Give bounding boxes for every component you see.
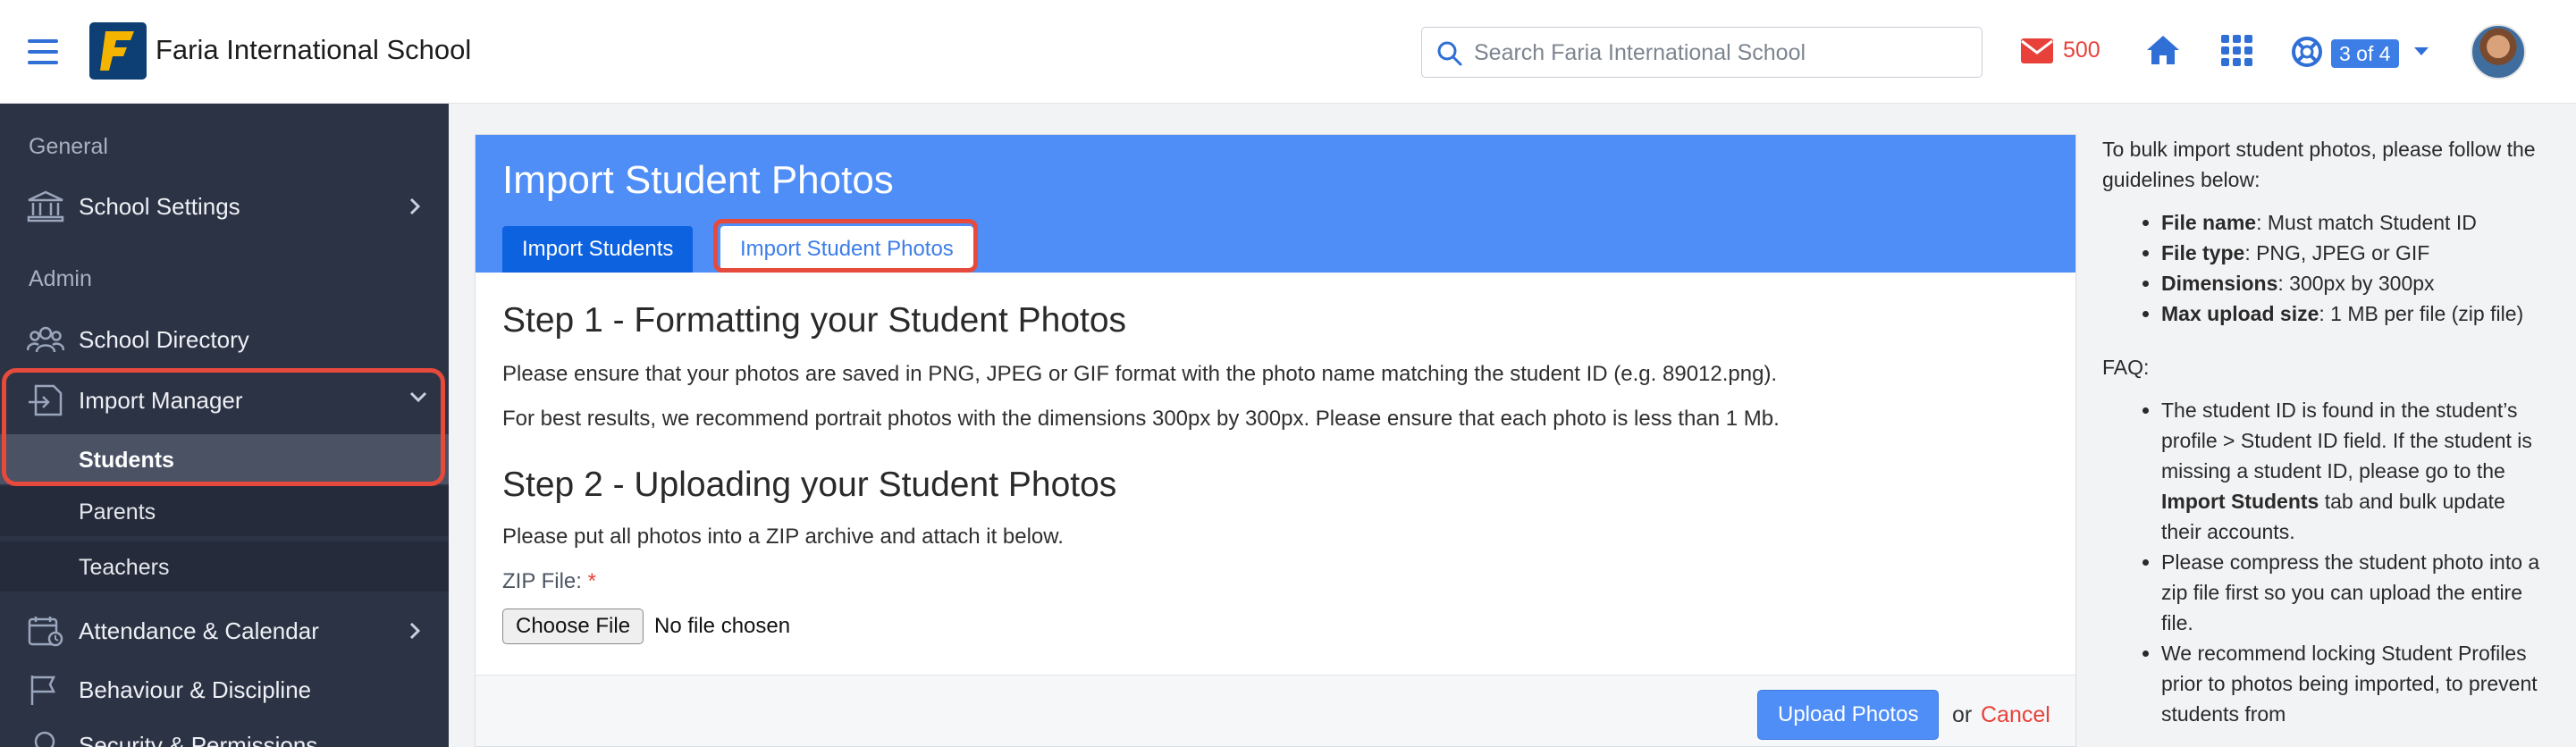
guideline-label: Dimensions [2161, 272, 2278, 295]
sidebar-subitem-parents[interactable]: Parents [0, 486, 449, 536]
faq-list: The student ID is found in the student’s… [2129, 395, 2549, 729]
list-item: Please compress the student photo into a… [2161, 547, 2549, 638]
import-photos-panel: Import Student Photos Import Students Im… [475, 134, 2076, 747]
faq-bold-text: Import Students [2161, 490, 2319, 513]
sidebar-subitem-teachers[interactable]: Teachers [0, 541, 449, 592]
sidebar-item-attendance[interactable]: Attendance & Calendar [0, 604, 449, 658]
tab-import-students[interactable]: Import Students [502, 226, 694, 273]
step1-heading: Step 1 - Formatting your Student Photos [502, 301, 1127, 340]
step1-paragraph-1: Please ensure that your photos are saved… [502, 362, 1778, 386]
flag-icon [30, 676, 56, 705]
sidebar-item-security[interactable]: Security & Permissions [0, 718, 449, 747]
sidebar-subitem-students[interactable]: Students [0, 434, 449, 484]
sidebar-item-school-directory[interactable]: School Directory [0, 313, 449, 366]
list-item: File name: Must match Student ID [2161, 207, 2549, 238]
chevron-down-icon[interactable] [2413, 46, 2429, 57]
sidebar-item-label: Security & Permissions [79, 731, 318, 747]
sidebar-subitem-label: Parents [79, 499, 156, 525]
sidebar-item-school-settings[interactable]: School Settings [0, 180, 449, 233]
logo-icon[interactable] [89, 22, 147, 80]
sidebar-item-import-manager[interactable]: Import Manager [0, 374, 449, 427]
chevron-down-icon [409, 391, 427, 403]
file-status-text: No file chosen [654, 614, 791, 638]
import-icon [29, 384, 63, 416]
guidelines-list: File name: Must match Student ID File ty… [2129, 207, 2549, 329]
guideline-text: : PNG, JPEG or GIF [2244, 241, 2430, 264]
sidebar-item-label: School Settings [79, 192, 240, 220]
panel-banner: Import Student Photos Import Students Im… [476, 135, 2075, 273]
sidebar-item-label: Attendance & Calendar [79, 617, 319, 644]
sidebar-subitem-label: Students [79, 448, 174, 473]
search-box[interactable] [1421, 27, 1983, 78]
sidebar-section-general: General [29, 134, 108, 159]
guideline-label: Max upload size [2161, 302, 2319, 325]
list-item: Dimensions: 300px by 300px [2161, 268, 2549, 298]
zip-file-label-text: ZIP File: [502, 569, 582, 593]
list-item: Max upload size: 1 MB per file (zip file… [2161, 298, 2549, 329]
page-title: Import Student Photos [502, 158, 894, 202]
list-item: We recommend locking Student Profiles pr… [2161, 638, 2549, 729]
tab-import-student-photos[interactable]: Import Student Photos [720, 226, 973, 273]
chevron-right-icon [409, 622, 420, 640]
upload-photos-button[interactable]: Upload Photos [1757, 690, 1940, 740]
users-icon [27, 326, 64, 353]
sidebar-section-admin: Admin [29, 266, 92, 291]
step2-paragraph: Please put all photos into a ZIP archive… [502, 525, 1064, 549]
lifebuoy-icon[interactable] [2291, 36, 2323, 68]
lock-icon [34, 731, 55, 747]
sidebar: General School Settings Admin School Dir… [0, 104, 449, 747]
home-icon[interactable] [2145, 34, 2181, 66]
apps-grid-icon[interactable] [2220, 34, 2254, 68]
guideline-label: File name [2161, 211, 2257, 234]
chevron-right-icon [409, 197, 420, 215]
help-intro: To bulk import student photos, please fo… [2102, 138, 2536, 191]
guideline-text: : Must match Student ID [2256, 211, 2477, 234]
sidebar-item-behaviour[interactable]: Behaviour & Discipline [0, 663, 449, 717]
help-progress-badge[interactable]: 3 of 4 [2331, 39, 2399, 68]
sidebar-item-label: School Directory [79, 325, 249, 353]
calendar-icon [28, 617, 63, 647]
zip-file-label: ZIP File: * [502, 569, 596, 594]
avatar[interactable] [2471, 24, 2526, 80]
guideline-text: : 1 MB per file (zip file) [2319, 302, 2524, 325]
app-title[interactable]: Faria International School [156, 34, 471, 66]
required-marker: * [587, 569, 596, 593]
help-panel: To bulk import student photos, please fo… [2102, 134, 2549, 729]
hamburger-icon[interactable] [28, 39, 58, 64]
sidebar-item-label: Behaviour & Discipline [79, 676, 312, 703]
guideline-text: : 300px by 300px [2277, 272, 2435, 295]
search-input[interactable] [1474, 35, 1966, 71]
top-header: Faria International School 500 3 of 4 [0, 0, 2576, 104]
choose-file-button[interactable]: Choose File [502, 609, 644, 644]
bank-icon [27, 190, 64, 222]
search-icon [1437, 41, 1462, 66]
or-text: or [1952, 702, 1973, 727]
faq-title: FAQ: [2102, 356, 2150, 379]
list-item: File type: PNG, JPEG or GIF [2161, 238, 2549, 268]
sidebar-subitem-label: Teachers [79, 555, 170, 580]
mail-icon[interactable] [2020, 38, 2054, 64]
step2-heading: Step 2 - Uploading your Student Photos [502, 466, 1117, 504]
panel-footer: Upload Photos or Cancel [476, 675, 2075, 746]
cancel-link[interactable]: Cancel [1981, 702, 2050, 728]
faq-text: The student ID is found in the student’s… [2161, 399, 2532, 483]
mail-count[interactable]: 500 [2063, 38, 2100, 63]
list-item: The student ID is found in the student’s… [2161, 395, 2549, 547]
sidebar-item-label: Import Manager [79, 386, 243, 414]
guideline-label: File type [2161, 241, 2245, 264]
step1-paragraph-2: For best results, we recommend portrait … [502, 407, 1780, 431]
